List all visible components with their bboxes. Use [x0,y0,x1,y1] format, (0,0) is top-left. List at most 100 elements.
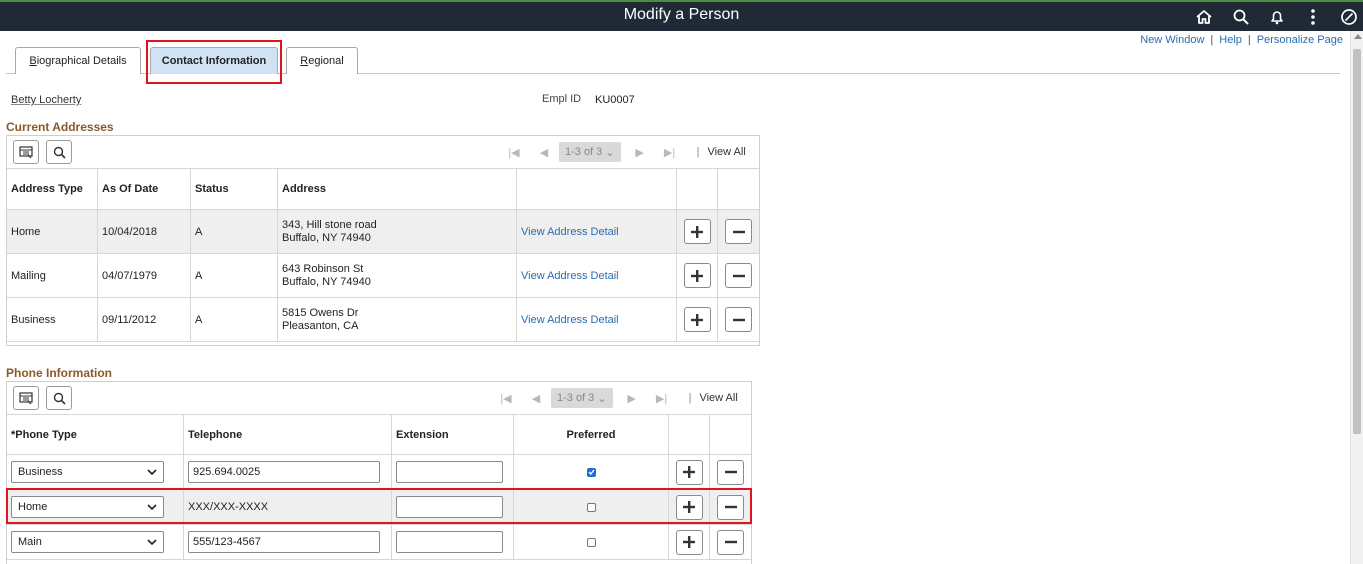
address-line-1: 643 Robinson St [282,262,364,275]
notification-bell-icon[interactable] [1266,6,1288,28]
scroll-up-arrow-icon[interactable] [1354,34,1362,39]
delete-row-button[interactable] [725,263,752,288]
col-add [669,415,710,454]
chevron-down-icon [147,539,157,545]
view-address-detail-link[interactable]: View Address Detail [521,314,619,326]
address-type: Business [7,298,98,341]
add-cell [669,525,710,559]
preferred-checkbox[interactable] [586,537,596,547]
telephone-value: 555/123-4567 [193,536,261,548]
plus-icon [691,269,703,282]
tab-label: Regional [300,55,344,67]
help-link[interactable]: Help [1219,34,1242,46]
as-of-date: 04/07/1979 [98,254,191,297]
highlight-box-tab [146,40,282,84]
address-line-1: 343, Hill stone road [282,218,377,231]
view-address-detail-link[interactable]: View Address Detail [521,270,619,282]
find-in-grid-button[interactable] [46,386,72,410]
actions-menu-icon[interactable] [1302,6,1324,28]
add-row-button[interactable] [675,529,703,555]
preferred-checkbox[interactable] [586,467,596,477]
table-row: Business 925.694.0025 [7,455,751,490]
minus-icon [724,540,737,544]
address-text: 643 Robinson St Buffalo, NY 74940 [278,254,517,297]
empl-id-label: Empl ID [542,93,582,105]
phones-grid-toolbar: |◀ ◀ 1-3 of 3 ⌄ ▶ ▶| | View All [7,382,751,415]
delete-row-button[interactable] [717,529,744,555]
col-address[interactable]: Address [278,169,517,209]
pager-separator: | [696,146,700,158]
previous-page-icon[interactable]: ◀ [521,392,551,405]
col-preferred[interactable]: Preferred [514,415,669,454]
row-range-label: 1-3 of 3 [557,392,595,404]
add-row-button[interactable] [683,307,711,332]
minus-icon [732,318,745,321]
extension-input[interactable] [396,531,503,553]
addresses-grid-toolbar: |◀ ◀ 1-3 of 3 ⌄ ▶ ▶| | View All [7,136,759,169]
first-page-icon[interactable]: |◀ [499,146,529,159]
home-icon[interactable] [1193,6,1215,28]
phone-type-value: Main [18,536,42,548]
row-range-select[interactable]: 1-3 of 3 ⌄ [551,388,613,408]
minus-icon [724,470,737,474]
detail-cell: View Address Detail [517,210,677,253]
add-cell [677,298,718,341]
phones-grid: |◀ ◀ 1-3 of 3 ⌄ ▶ ▶| | View All *Phone T… [6,381,752,564]
telephone-input[interactable]: 555/123-4567 [188,531,380,553]
next-page-icon[interactable]: ▶ [625,146,655,159]
delete-row-button[interactable] [725,307,752,332]
extension-cell [392,455,514,489]
phone-type-cell: Business [7,455,184,489]
personalize-page-link[interactable]: Personalize Page [1257,34,1343,46]
delete-row-button[interactable] [717,459,744,485]
phone-type-select[interactable]: Business [11,461,164,483]
find-in-grid-button[interactable] [46,140,72,164]
top-banner: Modify a Person [0,0,1363,31]
status: A [191,298,278,341]
last-page-icon[interactable]: ▶| [647,392,677,405]
previous-page-icon[interactable]: ◀ [529,146,559,159]
view-address-detail-link[interactable]: View Address Detail [521,226,619,238]
last-page-icon[interactable]: ▶| [655,146,685,159]
navbar-compass-icon[interactable] [1338,6,1360,28]
col-delete [718,169,759,209]
add-row-button[interactable] [683,263,711,288]
personalize-grid-button[interactable] [13,140,39,164]
new-window-link[interactable]: New Window [1140,34,1204,46]
detail-cell: View Address Detail [517,298,677,341]
telephone-cell: 925.694.0025 [184,455,392,489]
delete-row-button[interactable] [725,219,752,244]
col-telephone[interactable]: Telephone [184,415,392,454]
view-all-link[interactable]: View All [707,146,745,158]
vertical-scrollbar[interactable] [1350,31,1363,564]
col-status[interactable]: Status [191,169,278,209]
col-address-type[interactable]: Address Type [7,169,98,209]
phones-pager: |◀ ◀ 1-3 of 3 ⌄ ▶ ▶| | View All [491,388,738,408]
phone-type-select[interactable]: Main [11,531,164,553]
delete-cell [718,254,759,297]
scrollbar-thumb[interactable] [1353,49,1361,434]
col-extension[interactable]: Extension [392,415,514,454]
first-page-icon[interactable]: |◀ [491,392,521,405]
next-page-icon[interactable]: ▶ [617,392,647,405]
col-as-of-date[interactable]: As Of Date [98,169,191,209]
person-name[interactable]: Betty Locherty [11,94,81,106]
telephone-input[interactable]: 925.694.0025 [188,461,380,483]
row-range-select[interactable]: 1-3 of 3 ⌄ [559,142,621,162]
view-all-link[interactable]: View All [699,392,737,404]
tab-biographical-details[interactable]: Biographical Details [15,47,141,74]
search-icon[interactable] [1230,6,1252,28]
add-row-button[interactable] [683,219,711,244]
col-phone-type[interactable]: *Phone Type [7,415,184,454]
extension-input[interactable] [396,461,503,483]
chevron-down-icon [147,469,157,475]
telephone-cell: 555/123-4567 [184,525,392,559]
addresses-grid-header: Address Type As Of Date Status Address [7,169,759,210]
plus-icon [691,225,703,238]
add-row-button[interactable] [675,459,703,485]
tab-regional[interactable]: Regional [286,47,358,74]
minus-icon [732,274,745,277]
personalize-grid-button[interactable] [13,386,39,410]
col-delete [710,415,751,454]
row-range-label: 1-3 of 3 [565,146,603,158]
